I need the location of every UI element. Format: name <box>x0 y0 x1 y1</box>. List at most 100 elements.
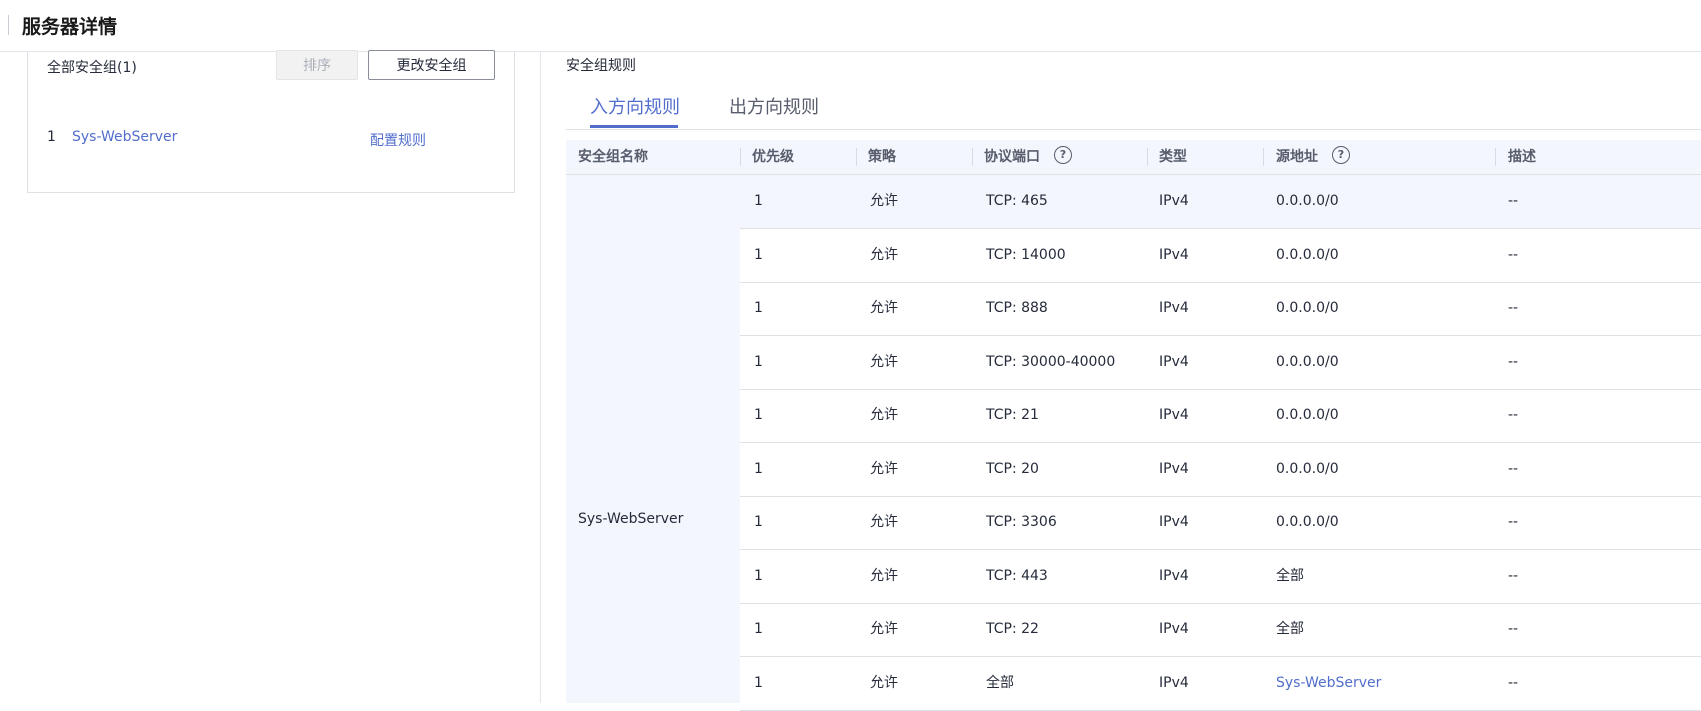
type-cell: IPv4 <box>1159 353 1189 370</box>
change-security-group-button[interactable]: 更改安全组 <box>368 50 495 80</box>
protocol-port-cell: TCP: 443 <box>986 567 1048 584</box>
policy-cell: 允许 <box>870 674 898 691</box>
panel-divider <box>540 52 541 703</box>
table-row: 1 允许 TCP: 3306 IPv4 0.0.0.0/0 -- <box>740 496 1701 550</box>
source-group-link[interactable]: Sys-WebServer <box>1276 657 1381 710</box>
tab-bar-border <box>566 129 1701 130</box>
source-cell: 0.0.0.0/0 <box>1276 193 1339 209</box>
protocol-port-cell: TCP: 21 <box>986 407 1039 423</box>
column-header-group-name: 安全组名称 <box>578 149 648 165</box>
group-index: 1 <box>47 129 56 145</box>
policy-cell: 允许 <box>870 567 898 584</box>
source-cell: 0.0.0.0/0 <box>1276 407 1339 423</box>
type-cell: IPv4 <box>1159 567 1189 584</box>
rules-table-header: 安全组名称 优先级 策略 协议端口? 类型 源地址? 描述 <box>566 140 1701 175</box>
source-cell: 0.0.0.0/0 <box>1276 514 1339 530</box>
table-row: 1 允许 TCP: 22 IPv4 全部 -- <box>740 603 1701 657</box>
help-icon[interactable]: ? <box>1332 146 1350 164</box>
type-cell: IPv4 <box>1159 193 1189 209</box>
priority-cell: 1 <box>754 407 763 423</box>
policy-cell: 允许 <box>870 514 898 530</box>
table-row: 1 允许 TCP: 30000-40000 IPv4 0.0.0.0/0 -- <box>740 336 1701 390</box>
table-row: 1 允许 TCP: 443 IPv4 全部 -- <box>740 550 1701 604</box>
description-cell: -- <box>1508 193 1519 209</box>
protocol-port-cell: TCP: 30000-40000 <box>986 353 1116 370</box>
priority-cell: 1 <box>754 193 763 209</box>
column-separator <box>1495 148 1496 166</box>
protocol-port-cell: TCP: 20 <box>986 460 1039 477</box>
column-header-description: 描述 <box>1508 149 1536 165</box>
source-cell: 0.0.0.0/0 <box>1276 460 1339 477</box>
help-icon[interactable]: ? <box>1054 146 1072 164</box>
priority-cell: 1 <box>754 353 763 370</box>
configure-rules-link[interactable]: 配置规则 <box>370 130 426 150</box>
column-header-type: 类型 <box>1159 149 1187 165</box>
table-row: 1 允许 全部 IPv4 Sys-WebServer -- <box>740 657 1701 711</box>
group-name-link[interactable]: Sys-WebServer <box>72 129 177 145</box>
column-header-priority: 优先级 <box>752 149 794 165</box>
priority-cell: 1 <box>754 460 763 477</box>
type-cell: IPv4 <box>1159 300 1189 316</box>
source-cell: 全部 <box>1276 621 1304 637</box>
priority-cell: 1 <box>754 514 763 530</box>
type-cell: IPv4 <box>1159 674 1189 691</box>
type-cell: IPv4 <box>1159 246 1189 263</box>
column-header-protocol-port: 协议端口? <box>984 140 1072 174</box>
table-row: 1 允许 TCP: 465 IPv4 0.0.0.0/0 -- <box>740 175 1701 229</box>
active-tab-indicator <box>590 125 678 128</box>
description-cell: -- <box>1508 460 1519 477</box>
source-cell: 0.0.0.0/0 <box>1276 246 1339 263</box>
policy-cell: 允许 <box>870 300 898 316</box>
type-cell: IPv4 <box>1159 514 1189 530</box>
protocol-port-cell: TCP: 465 <box>986 193 1048 209</box>
source-cell: 全部 <box>1276 567 1304 584</box>
protocol-port-cell: TCP: 3306 <box>986 514 1057 530</box>
description-cell: -- <box>1508 514 1519 530</box>
table-row: 1 允许 TCP: 888 IPv4 0.0.0.0/0 -- <box>740 282 1701 336</box>
type-cell: IPv4 <box>1159 621 1189 637</box>
column-separator <box>740 148 741 166</box>
description-cell: -- <box>1508 674 1519 691</box>
description-cell: -- <box>1508 246 1519 263</box>
source-cell: 0.0.0.0/0 <box>1276 353 1339 370</box>
policy-cell: 允许 <box>870 193 898 209</box>
table-row: 1 允许 TCP: 14000 IPv4 0.0.0.0/0 -- <box>740 229 1701 283</box>
column-separator <box>856 148 857 166</box>
priority-cell: 1 <box>754 567 763 584</box>
group-name-cell: Sys-WebServer <box>566 175 740 703</box>
protocol-port-cell: TCP: 14000 <box>986 246 1066 263</box>
page-title: 服务器详情 <box>22 16 118 38</box>
priority-cell: 1 <box>754 621 763 637</box>
header-divider <box>8 15 9 35</box>
policy-cell: 允许 <box>870 460 898 477</box>
tab-outbound-rules[interactable]: 出方向规则 <box>729 93 819 119</box>
column-header-source: 源地址? <box>1276 140 1350 174</box>
all-groups-label: 全部安全组(1) <box>47 60 137 76</box>
policy-cell: 允许 <box>870 407 898 423</box>
table-row: 1 允许 TCP: 20 IPv4 0.0.0.0/0 -- <box>740 443 1701 497</box>
type-cell: IPv4 <box>1159 460 1189 477</box>
page-header: 服务器详情 <box>0 0 1701 52</box>
column-separator <box>1263 148 1264 166</box>
policy-cell: 允许 <box>870 353 898 370</box>
protocol-port-cell: TCP: 22 <box>986 621 1039 637</box>
description-cell: -- <box>1508 567 1519 584</box>
tab-inbound-rules[interactable]: 入方向规则 <box>590 93 680 119</box>
description-cell: -- <box>1508 621 1519 637</box>
type-cell: IPv4 <box>1159 407 1189 423</box>
priority-cell: 1 <box>754 300 763 316</box>
description-cell: -- <box>1508 407 1519 423</box>
rules-section-label: 安全组规则 <box>566 58 636 74</box>
protocol-port-cell: 全部 <box>986 674 1014 691</box>
sort-button[interactable]: 排序 <box>276 50 358 80</box>
source-cell: 0.0.0.0/0 <box>1276 300 1339 316</box>
column-separator <box>1147 148 1148 166</box>
table-row: 1 允许 TCP: 21 IPv4 0.0.0.0/0 -- <box>740 389 1701 443</box>
priority-cell: 1 <box>754 674 763 691</box>
description-cell: -- <box>1508 353 1519 370</box>
protocol-port-label: 协议端口 <box>984 149 1040 165</box>
description-cell: -- <box>1508 300 1519 316</box>
column-separator <box>972 148 973 166</box>
policy-cell: 允许 <box>870 621 898 637</box>
group-name-text: Sys-WebServer <box>578 511 684 527</box>
